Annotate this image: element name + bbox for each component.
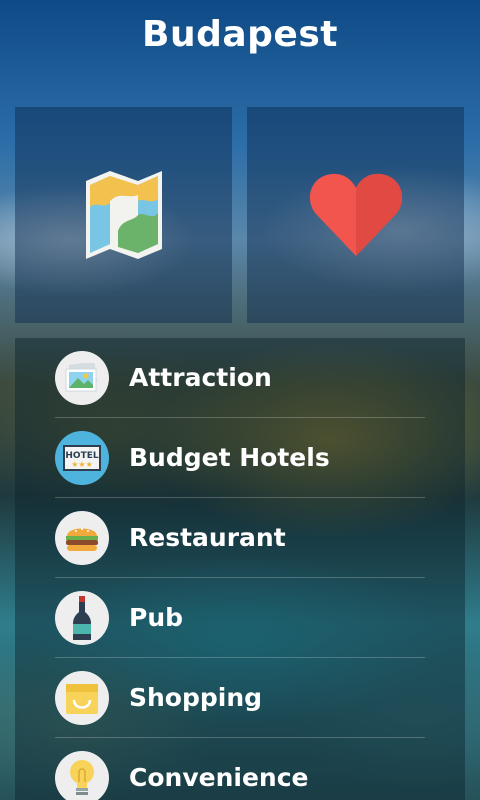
shopping-bag-icon	[55, 670, 109, 725]
svg-text:★★★: ★★★	[71, 460, 93, 469]
menu-item-pub[interactable]: Pub	[55, 578, 425, 658]
menu-item-label: Budget Hotels	[129, 443, 330, 472]
menu-item-label: Convenience	[129, 763, 309, 792]
menu-item-label: Shopping	[129, 683, 263, 712]
wine-bottle-icon	[55, 590, 109, 645]
menu-item-label: Attraction	[129, 363, 272, 392]
menu-item-label: Restaurant	[129, 523, 286, 552]
map-tile[interactable]	[15, 107, 232, 323]
category-menu: Attraction HOTEL ★★★ Budget Hotels Resta…	[15, 338, 465, 800]
map-icon	[85, 171, 162, 259]
menu-item-attraction[interactable]: Attraction	[55, 338, 425, 418]
burger-icon	[55, 510, 109, 565]
menu-item-convenience[interactable]: Convenience	[55, 738, 425, 800]
heart-icon	[309, 173, 402, 256]
hotel-sign-icon: HOTEL ★★★	[55, 430, 109, 485]
lightbulb-icon	[55, 750, 109, 800]
picture-icon	[55, 350, 109, 405]
page-title: Budapest	[142, 14, 338, 55]
menu-item-budget-hotels[interactable]: HOTEL ★★★ Budget Hotels	[55, 418, 425, 498]
menu-item-label: Pub	[129, 603, 184, 632]
menu-item-restaurant[interactable]: Restaurant	[55, 498, 425, 578]
favorites-tile[interactable]	[247, 107, 464, 323]
menu-item-shopping[interactable]: Shopping	[55, 658, 425, 738]
